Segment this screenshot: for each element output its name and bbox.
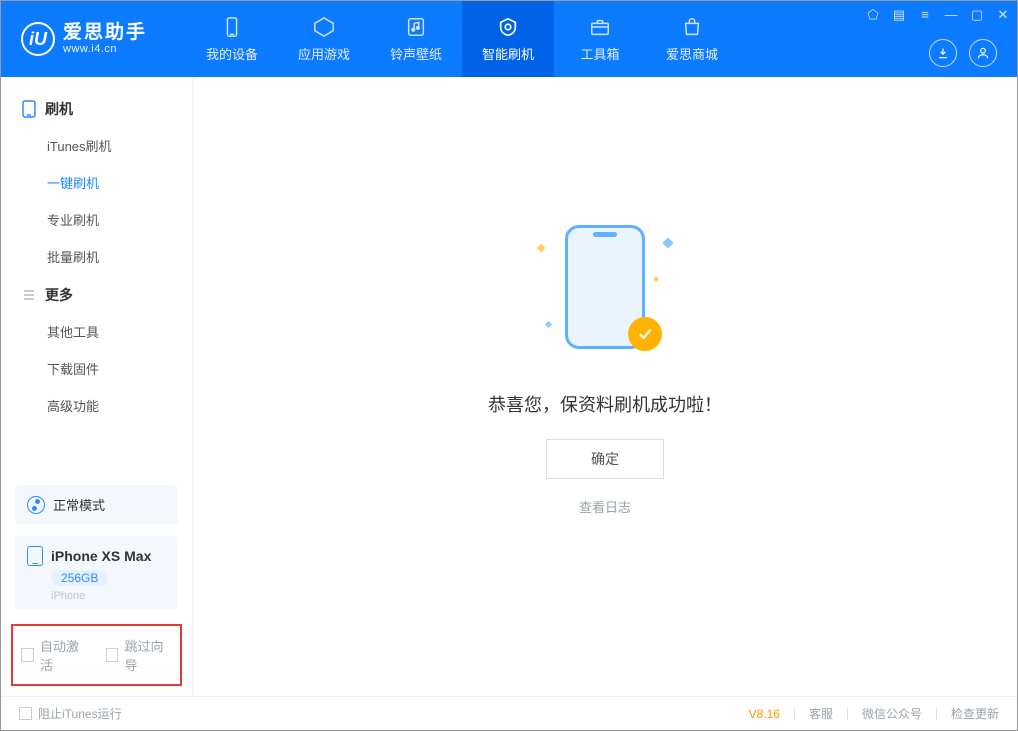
status-link-support[interactable]: 客服 bbox=[809, 705, 833, 722]
spark-icon bbox=[662, 237, 673, 248]
menu-icon[interactable]: ≡ bbox=[917, 7, 933, 23]
body: 刷机 iTunes刷机 一键刷机 专业刷机 批量刷机 更多 其他工具 下载固件 … bbox=[1, 77, 1017, 696]
checkbox-label: 自动激活 bbox=[40, 636, 88, 674]
nav-smart-flash[interactable]: 智能刷机 bbox=[462, 1, 554, 77]
checkmark-badge-icon bbox=[628, 317, 662, 351]
app-window: iU 爱思助手 www.i4.cn 我的设备 应用游戏 铃声壁纸 智能刷机 bbox=[0, 0, 1018, 731]
sidebar-item-other-tools[interactable]: 其他工具 bbox=[1, 313, 192, 350]
divider bbox=[794, 708, 795, 720]
nav-label: 我的设备 bbox=[206, 44, 258, 63]
refresh-icon bbox=[27, 496, 45, 514]
checkbox-block-itunes[interactable]: 阻止iTunes运行 bbox=[19, 705, 122, 722]
spark-icon bbox=[545, 321, 552, 328]
nav-label: 应用游戏 bbox=[298, 44, 350, 63]
status-link-wechat[interactable]: 微信公众号 bbox=[862, 705, 922, 722]
feedback-icon[interactable]: ▤ bbox=[891, 7, 907, 23]
device-card-top: iPhone XS Max bbox=[27, 546, 151, 566]
divider bbox=[847, 708, 848, 720]
window-controls: ⬠ ▤ ≡ — ▢ ✕ bbox=[865, 7, 1011, 23]
device-name: iPhone XS Max bbox=[51, 548, 151, 564]
sidebar-item-oneclick-flash[interactable]: 一键刷机 bbox=[1, 164, 192, 201]
nav-my-device[interactable]: 我的设备 bbox=[186, 1, 278, 77]
brand-title: 爱思助手 bbox=[63, 23, 147, 44]
user-account-button[interactable] bbox=[969, 39, 997, 67]
sidebar: 刷机 iTunes刷机 一键刷机 专业刷机 批量刷机 更多 其他工具 下载固件 … bbox=[1, 77, 193, 696]
brand-text: 爱思助手 www.i4.cn bbox=[63, 23, 147, 56]
view-log-link[interactable]: 查看日志 bbox=[579, 497, 631, 516]
bottom-options-highlight: 自动激活 跳过向导 bbox=[11, 624, 182, 686]
sidebar-group-title: 更多 bbox=[45, 285, 73, 305]
device-capacity-badge: 256GB bbox=[51, 570, 108, 586]
main-content: 恭喜您，保资料刷机成功啦！ 确定 查看日志 bbox=[193, 77, 1017, 696]
version-label: V8.16 bbox=[749, 707, 780, 721]
nav-label: 工具箱 bbox=[580, 44, 619, 63]
spark-icon bbox=[653, 276, 659, 282]
checkbox-auto-activate[interactable]: 自动激活 bbox=[21, 636, 88, 674]
success-block: 恭喜您，保资料刷机成功啦！ 确定 查看日志 bbox=[488, 217, 722, 516]
download-button[interactable] bbox=[929, 39, 957, 67]
flash-icon bbox=[496, 15, 520, 39]
spark-icon bbox=[537, 244, 545, 252]
brand-logo-icon: iU bbox=[21, 22, 55, 56]
header: iU 爱思助手 www.i4.cn 我的设备 应用游戏 铃声壁纸 智能刷机 bbox=[1, 1, 1017, 77]
success-message: 恭喜您，保资料刷机成功啦！ bbox=[488, 391, 722, 417]
nav-store[interactable]: 爱思商城 bbox=[646, 1, 738, 77]
phone-icon bbox=[21, 101, 37, 117]
sidebar-item-batch-flash[interactable]: 批量刷机 bbox=[1, 238, 192, 275]
success-illustration bbox=[520, 217, 690, 357]
ok-button[interactable]: 确定 bbox=[546, 439, 664, 479]
status-link-check-update[interactable]: 检查更新 bbox=[951, 705, 999, 722]
checkbox-label: 跳过向导 bbox=[124, 636, 172, 674]
apps-icon bbox=[312, 15, 336, 39]
device-type: iPhone bbox=[51, 590, 85, 602]
nav-toolbox[interactable]: 工具箱 bbox=[554, 1, 646, 77]
sidebar-group-flash: 刷机 bbox=[1, 89, 192, 127]
device-icon bbox=[220, 15, 244, 39]
sidebar-item-download-firmware[interactable]: 下载固件 bbox=[1, 350, 192, 387]
checkbox-skip-guide[interactable]: 跳过向导 bbox=[106, 636, 173, 674]
minimize-button[interactable]: — bbox=[943, 7, 959, 23]
checkbox-box-icon bbox=[19, 707, 32, 720]
device-mode-label: 正常模式 bbox=[53, 495, 105, 514]
sidebar-item-itunes-flash[interactable]: iTunes刷机 bbox=[1, 127, 192, 164]
nav-label: 爱思商城 bbox=[666, 44, 718, 63]
status-right: V8.16 客服 微信公众号 检查更新 bbox=[749, 705, 999, 722]
main-nav: 我的设备 应用游戏 铃声壁纸 智能刷机 工具箱 爱思商城 bbox=[186, 1, 738, 77]
nav-ringtone-wallpaper[interactable]: 铃声壁纸 bbox=[370, 1, 462, 77]
device-mode-card[interactable]: 正常模式 bbox=[15, 485, 178, 524]
status-bar: 阻止iTunes运行 V8.16 客服 微信公众号 检查更新 bbox=[1, 696, 1017, 730]
maximize-button[interactable]: ▢ bbox=[969, 7, 985, 23]
store-icon bbox=[680, 15, 704, 39]
brand: iU 爱思助手 www.i4.cn bbox=[1, 1, 186, 77]
nav-label: 智能刷机 bbox=[482, 44, 534, 63]
divider bbox=[936, 708, 937, 720]
sidebar-group-more: 更多 bbox=[1, 275, 192, 313]
brand-subtitle: www.i4.cn bbox=[63, 43, 147, 55]
ringtone-icon bbox=[404, 15, 428, 39]
sidebar-item-advanced[interactable]: 高级功能 bbox=[1, 387, 192, 424]
skin-icon[interactable]: ⬠ bbox=[865, 7, 881, 23]
checkbox-box-icon bbox=[106, 648, 119, 662]
nav-label: 铃声壁纸 bbox=[390, 44, 442, 63]
list-icon bbox=[21, 287, 37, 303]
phone-icon bbox=[27, 546, 43, 566]
close-button[interactable]: ✕ bbox=[995, 7, 1011, 23]
device-card[interactable]: iPhone XS Max 256GB iPhone bbox=[15, 536, 178, 610]
checkbox-label: 阻止iTunes运行 bbox=[38, 705, 122, 722]
nav-apps-games[interactable]: 应用游戏 bbox=[278, 1, 370, 77]
toolbox-icon bbox=[588, 15, 612, 39]
sidebar-item-pro-flash[interactable]: 专业刷机 bbox=[1, 201, 192, 238]
header-action-buttons bbox=[929, 39, 997, 67]
sidebar-group-title: 刷机 bbox=[45, 99, 73, 119]
checkbox-box-icon bbox=[21, 648, 34, 662]
